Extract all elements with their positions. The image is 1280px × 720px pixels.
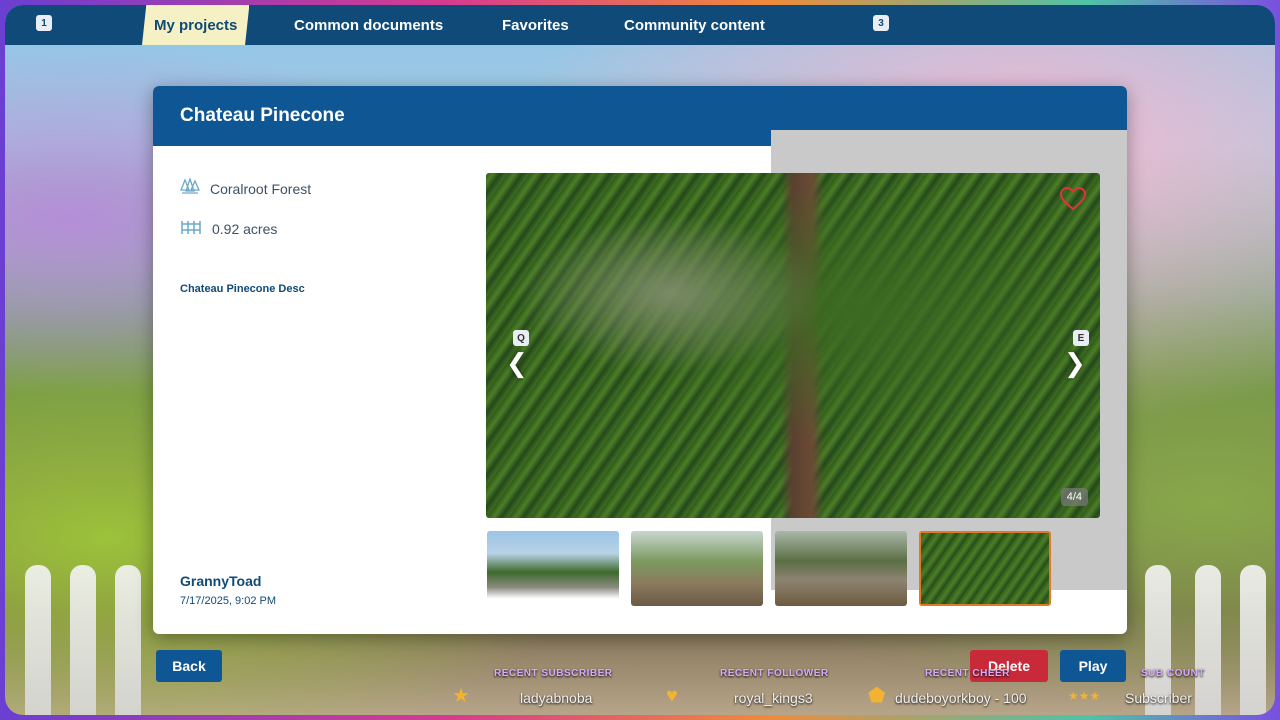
size-row: 0.92 acres — [180, 218, 277, 239]
project-date: 7/17/2025, 9:02 PM — [180, 595, 277, 607]
tab-my-projects[interactable]: My projects — [142, 5, 250, 45]
prev-image-arrow[interactable]: ❮ — [506, 348, 528, 379]
location-label: Coralroot Forest — [210, 180, 312, 197]
star-icon: ★ — [452, 685, 470, 707]
next-image-key-hint: E — [1073, 330, 1089, 346]
heart-icon: ♥ — [666, 685, 678, 707]
prev-tab-key-hint: 1 — [36, 15, 52, 31]
fence-area-icon — [180, 218, 202, 239]
gem-icon: ⬟ — [868, 685, 886, 707]
recent-subscriber-label: RECENT SUBSCRIBER — [494, 668, 613, 679]
recent-follower-value: royal_kings3 — [734, 690, 813, 706]
recent-cheer-label: RECENT CHEER — [925, 668, 1010, 679]
fence-post — [115, 565, 141, 715]
recent-follower-label: RECENT FOLLOWER — [720, 668, 829, 679]
back-button[interactable]: Back — [156, 650, 222, 682]
next-image-arrow[interactable]: ❯ — [1064, 348, 1086, 379]
size-label: 0.92 acres — [212, 220, 278, 237]
top-navigation-bar: 1 My projects Common documents Favorites… — [5, 5, 1275, 45]
gallery-thumbnail-3[interactable] — [775, 531, 907, 606]
gallery-thumbnail-1[interactable] — [487, 531, 619, 606]
image-counter: 4/4 — [1060, 488, 1088, 506]
fence-post — [70, 565, 96, 715]
favorite-heart-icon[interactable] — [1059, 186, 1087, 216]
sub-count-value: Subscriber — [1125, 690, 1192, 706]
location-row: Coralroot Forest — [180, 176, 312, 199]
prev-image-key-hint: Q — [513, 330, 529, 346]
project-description: Chateau Pinecone Desc — [180, 283, 305, 295]
fence-post — [25, 565, 51, 715]
tab-common-documents[interactable]: Common documents — [294, 5, 443, 45]
gallery-thumbnail-2[interactable] — [631, 531, 763, 606]
fence-post — [1195, 565, 1221, 715]
tab-community-content[interactable]: Community content — [624, 5, 765, 45]
project-details-dialog: Chateau Pinecone Coralroot Forest 0.92 a… — [153, 86, 1127, 634]
fence-post — [1240, 565, 1266, 715]
forest-icon — [180, 176, 201, 199]
stars-icon: ★★★ — [1068, 689, 1101, 703]
screenshot-viewer[interactable]: Q ❮ E ❯ 4/4 — [486, 173, 1100, 518]
gallery-thumbnail-4-selected[interactable] — [919, 531, 1051, 606]
author-name: GrannyToad — [180, 573, 262, 589]
play-button[interactable]: Play — [1060, 650, 1126, 682]
recent-cheer-value: dudeboyorkboy - 100 — [895, 690, 1027, 706]
sub-count-label: SUB COUNT — [1141, 668, 1205, 679]
tab-favorites[interactable]: Favorites — [502, 5, 569, 45]
recent-subscriber-value: ladyabnoba — [520, 690, 593, 706]
next-tab-key-hint: 3 — [873, 15, 889, 31]
